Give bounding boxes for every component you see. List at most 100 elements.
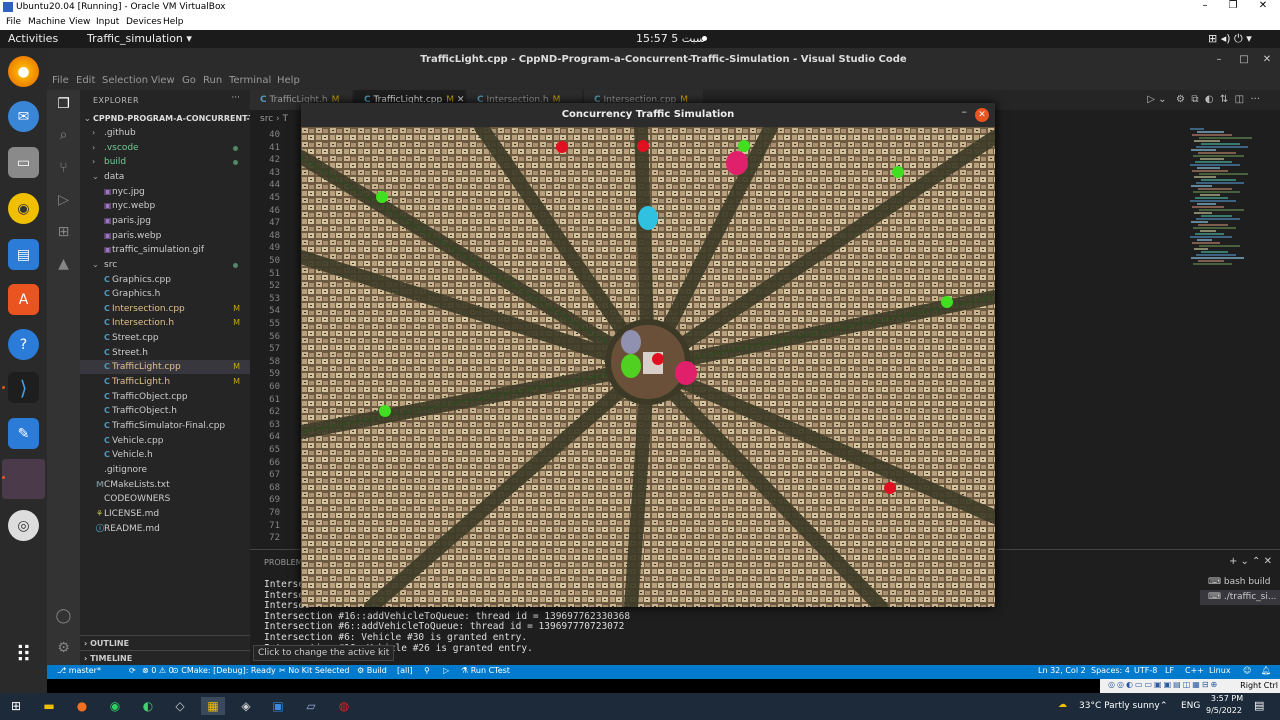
text-editor-icon[interactable]: ✎ — [8, 418, 39, 449]
tree-item[interactable]: ▣ traffic_simulation.gif — [80, 243, 250, 257]
launch-icon[interactable]: ▷ — [443, 666, 449, 675]
file-explorer-icon[interactable]: ▬ — [39, 697, 59, 715]
more-actions-icon[interactable]: ··· — [231, 93, 240, 103]
menu-go[interactable]: Go — [182, 75, 196, 86]
tree-item[interactable]: M CMakeLists.txt — [80, 478, 250, 492]
settings-gear-icon[interactable]: ⚙ — [54, 639, 73, 658]
panel-toolbar[interactable]: + ⌄ ⌃ ✕ — [1229, 556, 1272, 567]
tree-item[interactable]: ▣ nyc.webp — [80, 199, 250, 213]
vbox-menu-file[interactable]: File — [6, 17, 21, 27]
whatsapp-icon[interactable]: ◉ — [105, 697, 125, 715]
dvd-icon[interactable]: ◎ — [8, 510, 39, 541]
tree-item[interactable]: › .vscode — [80, 141, 250, 155]
shield-icon[interactable]: ◈ — [236, 697, 256, 715]
files-icon[interactable]: ▭ — [8, 147, 39, 178]
thunderbird-icon[interactable]: ✉ — [8, 101, 39, 132]
run-icon[interactable]: ▷ ⌄ — [1147, 94, 1166, 105]
tree-item[interactable]: C TrafficLight.cpp M — [80, 360, 250, 375]
terminal-item-bash[interactable]: ⌨ bash build — [1200, 575, 1280, 590]
tree-item[interactable]: ▣ paris.jpg — [80, 214, 250, 228]
build-target[interactable]: [all] — [397, 666, 413, 675]
sync-icon[interactable]: ⟳ — [129, 666, 136, 675]
tree-item[interactable]: C TrafficObject.h — [80, 404, 250, 418]
tree-item[interactable]: C TrafficObject.cpp — [80, 390, 250, 404]
system-tray[interactable]: ⊞ ◂) ⏻ ▾ — [1208, 32, 1252, 46]
tree-item[interactable]: ⓘ README.md — [80, 522, 250, 536]
extensions-icon[interactable]: ⊞ — [54, 223, 73, 242]
help-icon[interactable]: ? — [8, 329, 39, 360]
tree-item[interactable]: C Graphics.cpp — [80, 273, 250, 287]
build-button[interactable]: ⚙ Build — [357, 666, 387, 675]
tree-item[interactable]: C Intersection.h M — [80, 316, 250, 330]
tree-item[interactable]: CODEOWNERS — [80, 492, 250, 506]
tree-item[interactable]: › build — [80, 155, 250, 169]
outline-section[interactable]: › OUTLINE — [80, 635, 250, 650]
taskbar-time[interactable]: 3:57 PM — [1208, 694, 1246, 703]
menu-selection[interactable]: Selection — [102, 75, 148, 86]
problems-status[interactable]: ⊗ 0 ⚠ 0 — [142, 666, 174, 675]
rhythmbox-icon[interactable]: ◉ — [8, 193, 39, 224]
cmake-icon[interactable]: ▲ — [54, 255, 73, 274]
cube-icon[interactable]: ◇ — [170, 697, 190, 715]
explorer-icon[interactable]: ❐ — [54, 95, 73, 114]
firefox-taskbar-icon[interactable]: ● — [72, 697, 92, 715]
debug-icon[interactable]: ⚲ — [424, 666, 430, 675]
cursor-position[interactable]: Ln 32, Col 2 — [1038, 666, 1086, 675]
window-icon[interactable]: ▣ — [268, 697, 288, 715]
software-icon[interactable]: A — [8, 284, 39, 315]
writer-icon[interactable]: ▤ — [8, 239, 39, 270]
run-debug-icon[interactable]: ▷ — [54, 191, 73, 210]
tree-item[interactable]: .gitignore — [80, 463, 250, 477]
vscode-minimize-icon[interactable]: – — [1207, 48, 1231, 72]
tree-item[interactable]: C TrafficLight.h M — [80, 375, 250, 389]
language-indicator[interactable]: ENG — [1181, 701, 1200, 711]
app-menu[interactable]: Traffic_simulation ▾ — [87, 32, 192, 45]
run-ctest-button[interactable]: ⚗ Run CTest — [461, 666, 510, 675]
tree-item[interactable]: C Street.h — [80, 346, 250, 360]
maximize-icon[interactable]: ❐ — [1218, 0, 1248, 11]
virtualbox-taskbar-icon[interactable]: ▦ — [201, 697, 225, 715]
sim-minimize-icon[interactable]: – — [962, 105, 968, 118]
vbox-menu-help[interactable]: Help — [163, 17, 184, 27]
eol[interactable]: LF — [1165, 666, 1174, 675]
project-root[interactable]: ⌄ CPPND-PROGRAM-A-CONCURRENT-TRAF... — [80, 112, 280, 126]
cmake-status[interactable]: ⊙ CMake: [Debug]: Ready — [172, 666, 276, 675]
feedback-icon[interactable]: ☺ — [1243, 666, 1251, 675]
vbox-menu-devices[interactable]: Devices — [126, 17, 161, 27]
minimize-icon[interactable]: – — [1190, 0, 1220, 11]
tray-arrow-icon[interactable]: ⌃ — [1160, 701, 1168, 711]
vbox-device-icons[interactable]: ◎◎◐▭▭▣▣▤◫▦⊟⊕ — [1108, 680, 1219, 689]
indentation[interactable]: Spaces: 4 — [1091, 666, 1130, 675]
menu-edit[interactable]: Edit — [76, 75, 95, 86]
encoding[interactable]: UTF-8 — [1134, 666, 1157, 675]
tree-item[interactable]: › .github — [80, 126, 250, 140]
tree-item[interactable]: C Vehicle.h — [80, 448, 250, 462]
compare-icon[interactable]: ⚙ ⧉ ◐ ⇅ ◫ ··· — [1170, 94, 1260, 105]
minimap[interactable] — [1190, 128, 1272, 268]
search-icon[interactable]: ⌕ — [54, 126, 73, 145]
tree-item[interactable]: ⚘ LICENSE.md — [80, 507, 250, 521]
tree-item[interactable]: C Intersection.cpp M — [80, 302, 250, 316]
menu-file[interactable]: File — [52, 75, 69, 86]
taskbar-date[interactable]: 9/5/2022 — [1206, 706, 1242, 715]
tree-item[interactable]: ⌄ data — [80, 170, 250, 184]
account-icon[interactable]: ◯ — [54, 607, 73, 626]
activities-button[interactable]: Activities — [8, 32, 58, 45]
vbox-menu-view[interactable]: View — [69, 17, 90, 27]
weather-text[interactable]: 33°C Partly sunny — [1079, 701, 1160, 711]
tree-item[interactable]: ▣ nyc.jpg — [80, 185, 250, 199]
sim-close-icon[interactable]: ✕ — [975, 108, 989, 122]
source-control-icon[interactable]: ⑂ — [54, 159, 73, 178]
vbox-menu-input[interactable]: Input — [96, 17, 119, 27]
timeline-section[interactable]: › TIMELINE — [80, 650, 250, 665]
show-apps-icon[interactable]: ⠿ — [8, 640, 39, 671]
os-indicator[interactable]: Linux — [1209, 666, 1231, 675]
menu-run[interactable]: Run — [203, 75, 222, 86]
tree-item[interactable]: ▣ paris.webp — [80, 229, 250, 243]
tree-item[interactable]: C TrafficSimulator-Final.cpp — [80, 419, 250, 433]
tree-item[interactable]: C Graphics.h — [80, 287, 250, 301]
kit-status[interactable]: ✂ No Kit Selected — [279, 666, 350, 675]
branch-status[interactable]: ⎇ master* — [57, 666, 101, 675]
action-center-icon[interactable]: ▤ — [1254, 699, 1264, 712]
menu-terminal[interactable]: Terminal — [229, 75, 271, 86]
